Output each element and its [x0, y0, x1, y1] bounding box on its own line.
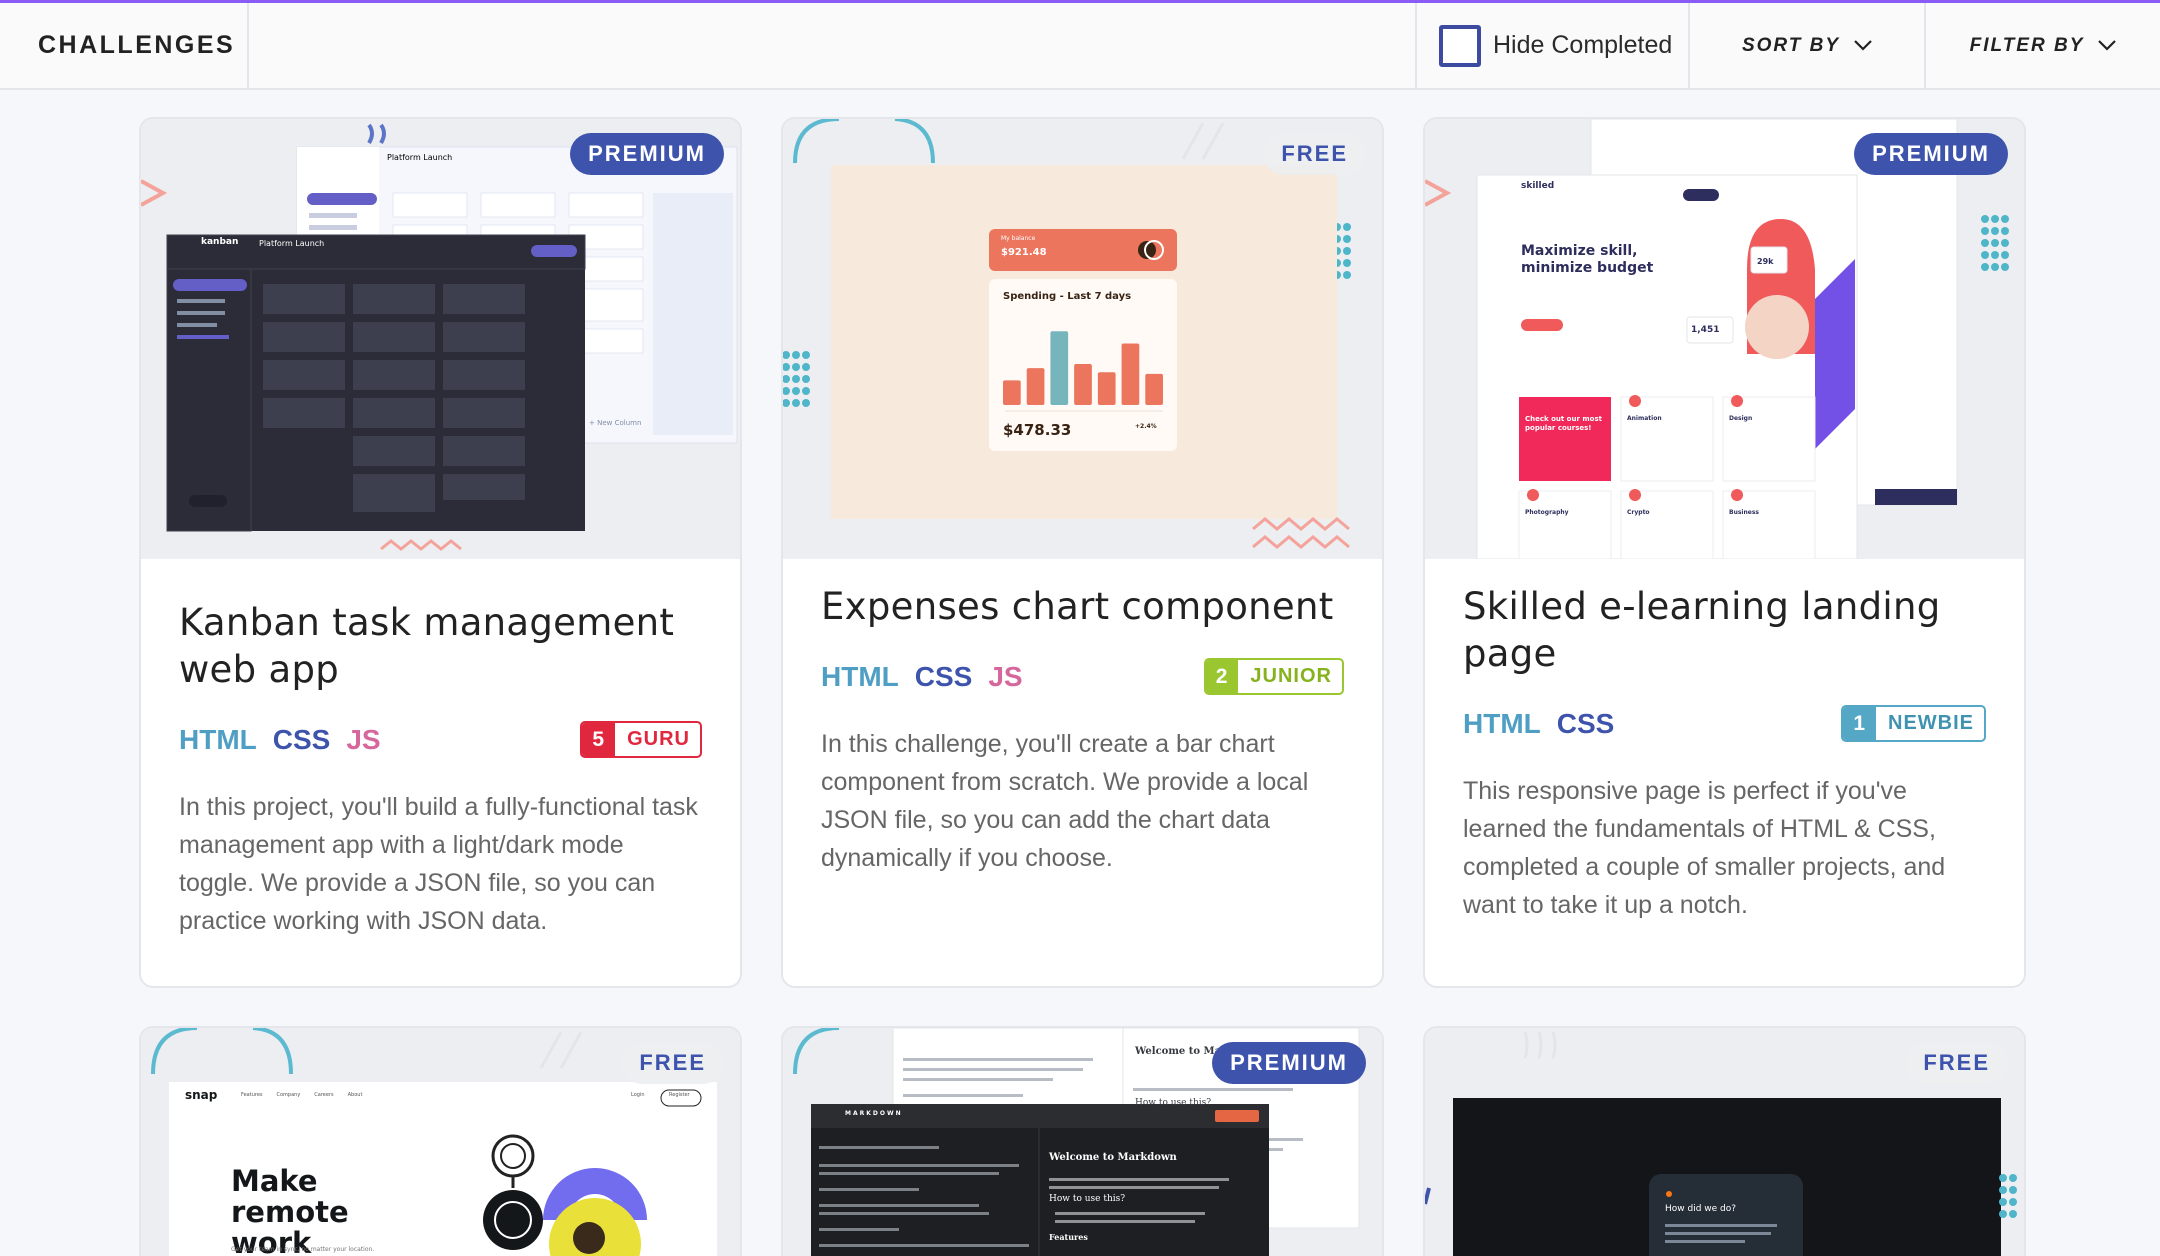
spending-change: +2.4%	[1135, 423, 1157, 430]
free-badge: FREE	[621, 1042, 724, 1084]
snap-register: Register	[669, 1092, 690, 1098]
sort-by-label: SORT BY	[1741, 34, 1841, 56]
snap-nav-careers: Careers	[314, 1092, 334, 1098]
language-tags: HTML CSS	[1463, 708, 1614, 740]
expense-bar	[1145, 373, 1163, 405]
course-design: Design	[1729, 415, 1753, 422]
snap-headline: Make remote work	[231, 1164, 349, 1256]
language-tags: HTML CSS JS	[179, 724, 381, 756]
hide-completed-label: Hide Completed	[1493, 31, 1673, 59]
rating-question: How did we do?	[1665, 1204, 1737, 1214]
snap-subtitle: Get your team in sync, no matter your lo…	[231, 1246, 375, 1253]
snap-login: Login	[631, 1092, 645, 1098]
challenge-card-expenses[interactable]: My balance $921.48 Spending - Last 7 day…	[781, 117, 1384, 988]
spending-total: $478.33	[1003, 421, 1072, 439]
difficulty-label: GURU	[627, 728, 690, 750]
tag-html: HTML	[179, 723, 257, 755]
markdown-doc-title: Welcome to Markdown	[1049, 1152, 1177, 1163]
difficulty-number: 5	[582, 723, 616, 756]
kanban-board-name-light: Platform Launch	[387, 153, 453, 162]
tag-html: HTML	[1463, 707, 1541, 739]
skilled-headline: Maximize skill, minimize budget	[1521, 243, 1654, 276]
card-description: In this challenge, you'll create a bar c…	[821, 730, 1309, 872]
sort-by-dropdown[interactable]: SORT BY	[1688, 3, 1924, 88]
snap-nav-company: Company	[276, 1092, 301, 1098]
premium-badge: PREMIUM	[1212, 1042, 1366, 1084]
skilled-stat-b: 29k	[1757, 257, 1774, 266]
markdown-logo: MARKDOWN	[845, 1110, 903, 1117]
challenge-card-kanban[interactable]: kanban Platform Launch Platform Launch +…	[139, 117, 742, 988]
card-title[interactable]: Expenses chart component	[821, 583, 1344, 630]
tag-css: CSS	[272, 723, 331, 755]
snap-nav-about: About	[347, 1092, 363, 1098]
difficulty-number: 1	[1843, 707, 1876, 740]
course-photography: Photography	[1525, 509, 1569, 516]
kanban-logo: kanban	[201, 237, 239, 247]
difficulty-badge: 5 GURU	[580, 721, 702, 758]
balance-value: $921.48	[1001, 247, 1047, 258]
card-preview-image[interactable]: snap Features Company Careers About Logi…	[141, 1028, 740, 1256]
filter-by-dropdown[interactable]: FILTER BY	[1924, 3, 2160, 88]
spending-bar-chart	[1003, 315, 1163, 405]
card-title[interactable]: Skilled e-learning landing page	[1463, 583, 1986, 677]
expense-bar	[1026, 368, 1045, 405]
expense-bar	[1003, 380, 1021, 405]
skilled-logo: skilled	[1521, 181, 1555, 191]
markdown-section-light: How to use this?	[1135, 1098, 1212, 1108]
course-animation: Animation	[1627, 415, 1662, 422]
free-badge: FREE	[1263, 133, 1366, 175]
snap-nav-features: Features	[241, 1092, 263, 1098]
top-bar: CHALLENGES Hide Completed SORT BY FILTER…	[0, 3, 2160, 90]
hide-completed-checkbox[interactable]	[1439, 24, 1481, 67]
premium-badge: PREMIUM	[570, 133, 724, 175]
page-title: CHALLENGES	[0, 3, 249, 88]
tag-html: HTML	[821, 660, 899, 692]
snap-logo: snap	[185, 1088, 218, 1102]
language-tags: HTML CSS JS	[821, 661, 1023, 693]
expense-bar	[1074, 364, 1092, 405]
balance-label: My balance	[1001, 235, 1036, 242]
tag-js: JS	[988, 660, 1023, 692]
card-title[interactable]: Kanban task management web app	[179, 599, 702, 693]
expense-bar	[1121, 343, 1140, 405]
expense-bar	[1050, 331, 1069, 405]
filter-by-label: FILTER BY	[1969, 34, 2085, 56]
expense-bar	[1097, 372, 1116, 405]
skilled-stat-a: 1,451	[1691, 325, 1720, 335]
kanban-new-column: + New Column	[589, 419, 642, 427]
difficulty-badge: 2 JUNIOR	[1203, 658, 1344, 695]
chevron-down-icon	[2098, 40, 2117, 51]
difficulty-number: 2	[1205, 660, 1239, 693]
markdown-features: Features	[1049, 1232, 1088, 1242]
spending-title: Spending - Last 7 days	[1003, 291, 1132, 302]
card-description: In this project, you'll build a fully-fu…	[179, 793, 698, 935]
difficulty-label: JUNIOR	[1250, 665, 1332, 687]
card-preview-image[interactable]: My balance $921.48 Spending - Last 7 day…	[783, 119, 1382, 559]
card-preview-image[interactable]: skilled Maximize skill, minimize budget …	[1425, 119, 2024, 559]
free-badge: FREE	[1905, 1042, 2008, 1084]
challenge-card-rating[interactable]: How did we do? FREE	[1423, 1026, 2026, 1256]
skilled-promo: Check out our most popular courses!	[1525, 415, 1602, 432]
chevron-down-icon	[1854, 40, 1872, 51]
course-crypto: Crypto	[1627, 509, 1650, 516]
difficulty-badge: 1 NEWBIE	[1841, 705, 1986, 742]
premium-badge: PREMIUM	[1854, 133, 2008, 175]
kanban-board-name: Platform Launch	[259, 239, 325, 248]
card-preview-image[interactable]: kanban Platform Launch Platform Launch +…	[141, 119, 740, 559]
tag-js: JS	[346, 723, 381, 755]
card-preview-image[interactable]: How did we do? FREE	[1425, 1028, 2024, 1256]
course-business: Business	[1729, 509, 1759, 516]
challenge-card-snap[interactable]: snap Features Company Careers About Logi…	[139, 1026, 742, 1256]
tag-css: CSS	[1556, 707, 1615, 739]
card-preview-image[interactable]: MARKDOWN Welcome to Markdown Welcome to …	[783, 1028, 1382, 1256]
challenge-card-markdown[interactable]: MARKDOWN Welcome to Markdown Welcome to …	[781, 1026, 1384, 1256]
markdown-section: How to use this?	[1049, 1194, 1126, 1204]
tag-css: CSS	[914, 660, 973, 692]
difficulty-label: NEWBIE	[1888, 712, 1974, 734]
challenge-card-skilled[interactable]: skilled Maximize skill, minimize budget …	[1423, 117, 2026, 988]
hide-completed-toggle[interactable]: Hide Completed	[1415, 3, 1688, 88]
card-description: This responsive page is perfect if you'v…	[1463, 777, 1946, 919]
